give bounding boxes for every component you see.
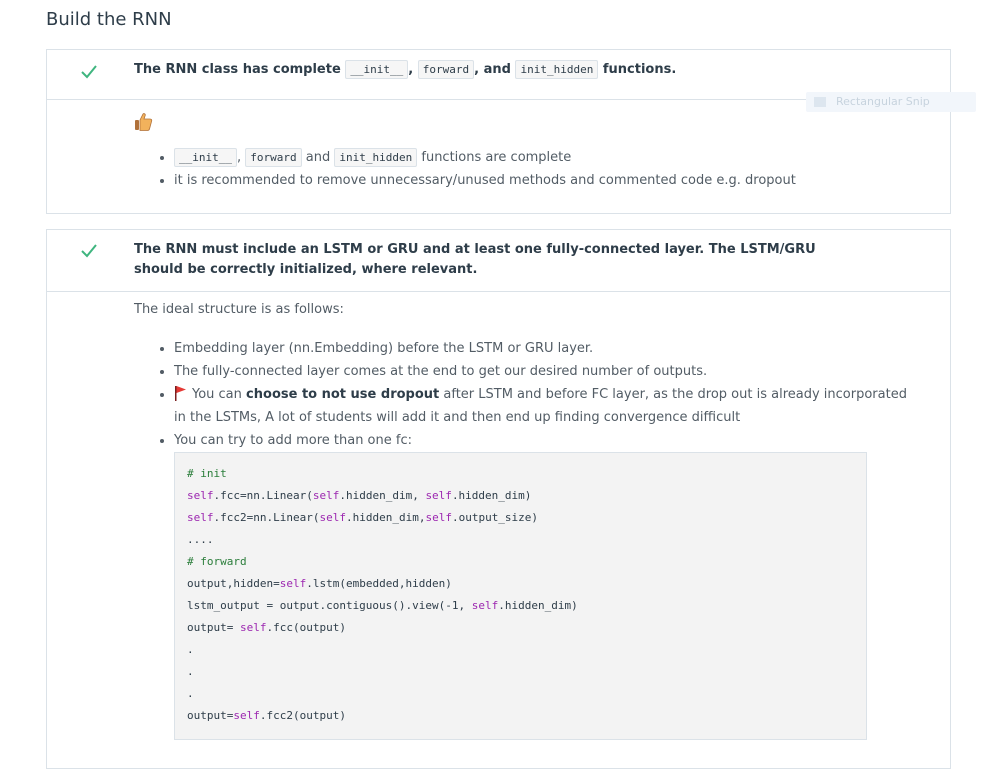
reviewer-comment-list: Embedding layer (nn.Embedding) before th…	[154, 337, 914, 452]
inline-code: forward	[417, 60, 475, 79]
list-item: You can try to add more than one fc:	[174, 429, 914, 452]
snip-overlay-label: Rectangular Snip	[836, 95, 930, 108]
code-line: .	[187, 665, 194, 678]
inline-code: init_hidden	[334, 148, 418, 167]
thumbs-up-icon	[135, 113, 153, 131]
check-icon	[81, 65, 97, 79]
check-icon	[81, 244, 97, 258]
code-line: self.fcc=nn.Linear(self.hidden_dim, self…	[187, 489, 532, 502]
section-title: Build the RNN	[46, 9, 172, 30]
title-text: functions.	[602, 62, 677, 77]
title-text: The RNN class has complete	[134, 62, 341, 77]
rubric-item-header: The RNN must include an LSTM or GRU and …	[47, 230, 950, 292]
code-block: # init self.fcc=nn.Linear(self.hidden_dim…	[174, 452, 867, 740]
list-text: You can	[192, 387, 242, 402]
inline-code: init_hidden	[515, 60, 599, 79]
code-line: self.fcc2=nn.Linear(self.hidden_dim,self…	[187, 511, 539, 524]
code-line: output,hidden=self.lstm(embedded,hidden)	[187, 577, 452, 590]
rubric-item-title: The RNN class has complete __init__, for…	[134, 60, 854, 80]
code-line: lstm_output = output.contiguous().view(-…	[187, 599, 578, 612]
list-text: and	[305, 150, 331, 165]
rubric-item-rnn-class: The RNN class has complete __init__, for…	[46, 49, 951, 214]
list-item: Embedding layer (nn.Embedding) before th…	[174, 337, 914, 360]
title-text: , and	[474, 62, 511, 77]
list-text: ,	[236, 150, 242, 165]
list-item: You can choose to not use dropout after …	[174, 383, 914, 429]
code-line: output= self.fcc(output)	[187, 621, 346, 634]
reviewer-intro: The ideal structure is as follows:	[134, 302, 344, 317]
rubric-item-title: The RNN must include an LSTM or GRU and …	[134, 242, 816, 277]
inline-code: __init__	[345, 60, 409, 79]
flag-icon	[175, 386, 186, 401]
snip-overlay: Rectangular Snip	[806, 92, 976, 112]
reviewer-comment-list: __init__, forward and init_hidden functi…	[154, 146, 914, 192]
list-item: __init__, forward and init_hidden functi…	[174, 146, 914, 169]
list-item: The fully-connected layer comes at the e…	[174, 360, 914, 383]
inline-code: forward	[245, 148, 302, 167]
list-text: functions are complete	[421, 150, 572, 165]
code-line: # forward	[187, 555, 247, 568]
code-line: output=self.fcc2(output)	[187, 709, 346, 722]
code-line: # init	[187, 467, 227, 480]
list-item: it is recommended to remove unnecessary/…	[174, 169, 914, 192]
code-line: ....	[187, 533, 214, 546]
code-line: .	[187, 687, 194, 700]
code-line: .	[187, 643, 194, 656]
list-emphasis: choose to not use dropout	[246, 387, 440, 402]
title-text: ,	[408, 62, 414, 77]
inline-code: __init__	[174, 148, 237, 167]
scissors-icon	[814, 97, 826, 107]
rubric-item-rnn-structure: The RNN must include an LSTM or GRU and …	[46, 229, 951, 769]
